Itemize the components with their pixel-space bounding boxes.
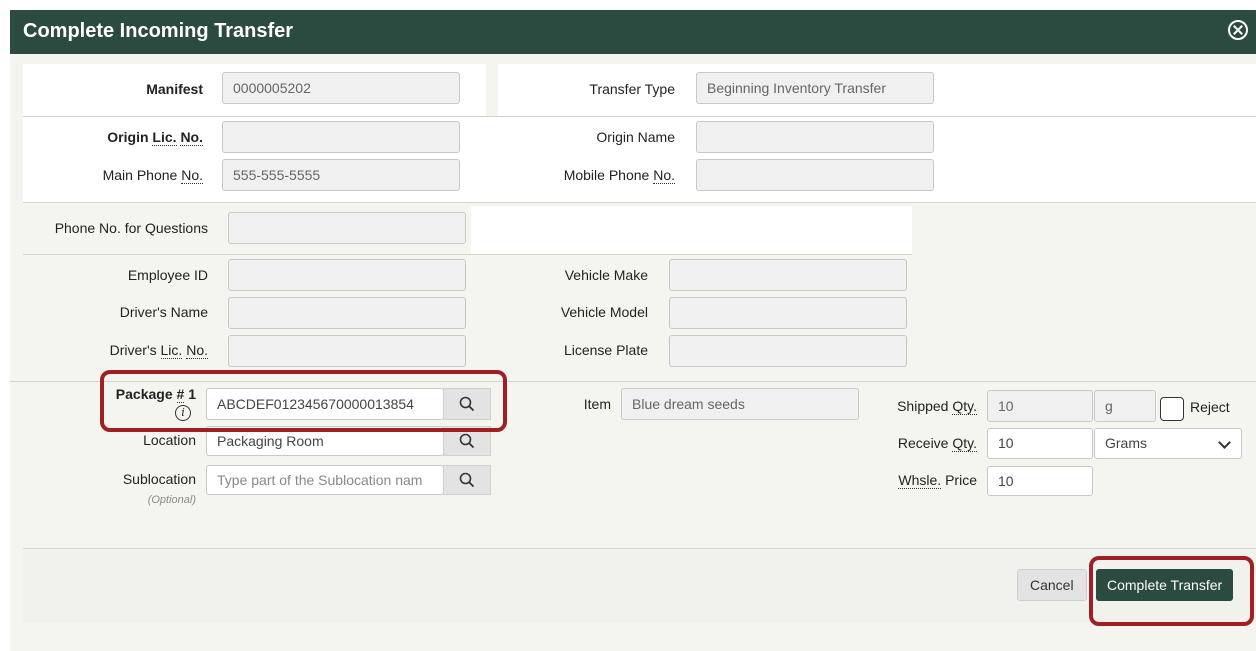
modal-title: Complete Incoming Transfer xyxy=(23,20,294,42)
vehicle-model-label: Vehicle Model xyxy=(560,304,648,320)
section-gap xyxy=(486,64,498,116)
receive-unit-select[interactable]: Grams xyxy=(1094,428,1242,459)
mobile-phone-label: Mobile Phone No. xyxy=(563,167,675,184)
shipped-qty-label: Shipped Qty. xyxy=(897,398,977,415)
drivers-lic-label: Driver's Lic. No. xyxy=(109,342,208,359)
chevron-down-icon xyxy=(1218,436,1231,449)
search-icon xyxy=(459,433,475,449)
transfer-type-label: Transfer Type xyxy=(589,81,675,97)
location-label: Location xyxy=(143,432,196,448)
receive-qty-input[interactable]: 10 xyxy=(987,428,1093,459)
license-plate-label: License Plate xyxy=(563,342,648,358)
sublocation-input[interactable]: Type part of the Sublocation nam xyxy=(206,465,444,495)
drivers-lic-field[interactable] xyxy=(228,335,466,367)
item-field[interactable]: Blue dream seeds xyxy=(621,388,859,420)
receive-unit-selected: Grams xyxy=(1105,435,1147,451)
drivers-name-label: Driver's Name xyxy=(119,304,208,320)
search-icon xyxy=(459,472,475,488)
package-label: Package # 1 xyxy=(115,386,196,403)
divider xyxy=(10,381,1256,382)
search-icon xyxy=(459,396,475,412)
complete-transfer-button[interactable]: Complete Transfer xyxy=(1096,569,1234,601)
reject-label: Reject xyxy=(1190,399,1230,415)
origin-lic-label: Origin Lic. No. xyxy=(107,129,203,146)
phone-questions-field[interactable] xyxy=(228,212,466,244)
vehicle-make-field[interactable] xyxy=(669,259,907,291)
sublocation-search-button[interactable] xyxy=(443,465,491,495)
vehicle-model-field[interactable] xyxy=(669,297,907,329)
employee-id-field[interactable] xyxy=(228,259,466,291)
phone-questions-label: Phone No. for Questions xyxy=(54,220,208,236)
shipped-unit-field[interactable]: g xyxy=(1094,390,1156,422)
receive-qty-label: Receive Qty. xyxy=(897,435,977,452)
divider xyxy=(23,202,1256,203)
mobile-phone-field[interactable] xyxy=(696,159,934,191)
manifest-label: Manifest xyxy=(146,81,203,97)
sublocation-optional-note: (Optional) xyxy=(147,494,196,506)
shipped-qty-field[interactable]: 10 xyxy=(987,390,1093,422)
location-search-button[interactable] xyxy=(443,426,491,456)
location-input[interactable]: Packaging Room xyxy=(206,426,444,456)
employee-id-label: Employee ID xyxy=(127,267,208,283)
whsle-price-input[interactable]: 10 xyxy=(987,466,1093,496)
origin-lic-field[interactable] xyxy=(222,121,460,153)
package-search-input[interactable]: ABCDEF012345670000013854 xyxy=(206,388,444,420)
close-circle-icon[interactable] xyxy=(1228,20,1248,40)
origin-name-field[interactable] xyxy=(696,121,934,153)
license-plate-field[interactable] xyxy=(669,335,907,367)
transfer-type-field[interactable]: Beginning Inventory Transfer xyxy=(696,72,934,104)
sublocation-label: Sublocation xyxy=(122,471,196,487)
package-search-button[interactable] xyxy=(443,388,491,420)
main-phone-label: Main Phone No. xyxy=(102,167,203,184)
whsle-price-label: Whsle. Price xyxy=(898,472,977,489)
main-phone-field[interactable]: 555-555-5555 xyxy=(222,159,460,191)
item-label: Item xyxy=(583,396,611,412)
origin-name-label: Origin Name xyxy=(596,129,675,145)
drivers-name-field[interactable] xyxy=(228,297,466,329)
reject-checkbox[interactable] xyxy=(1160,397,1184,421)
info-icon[interactable]: i xyxy=(175,405,191,421)
cancel-button[interactable]: Cancel xyxy=(1017,569,1087,601)
modal-header: Complete Incoming Transfer xyxy=(10,10,1256,54)
manifest-field[interactable]: 0000005202 xyxy=(222,72,460,104)
vehicle-make-label: Vehicle Make xyxy=(564,267,648,283)
